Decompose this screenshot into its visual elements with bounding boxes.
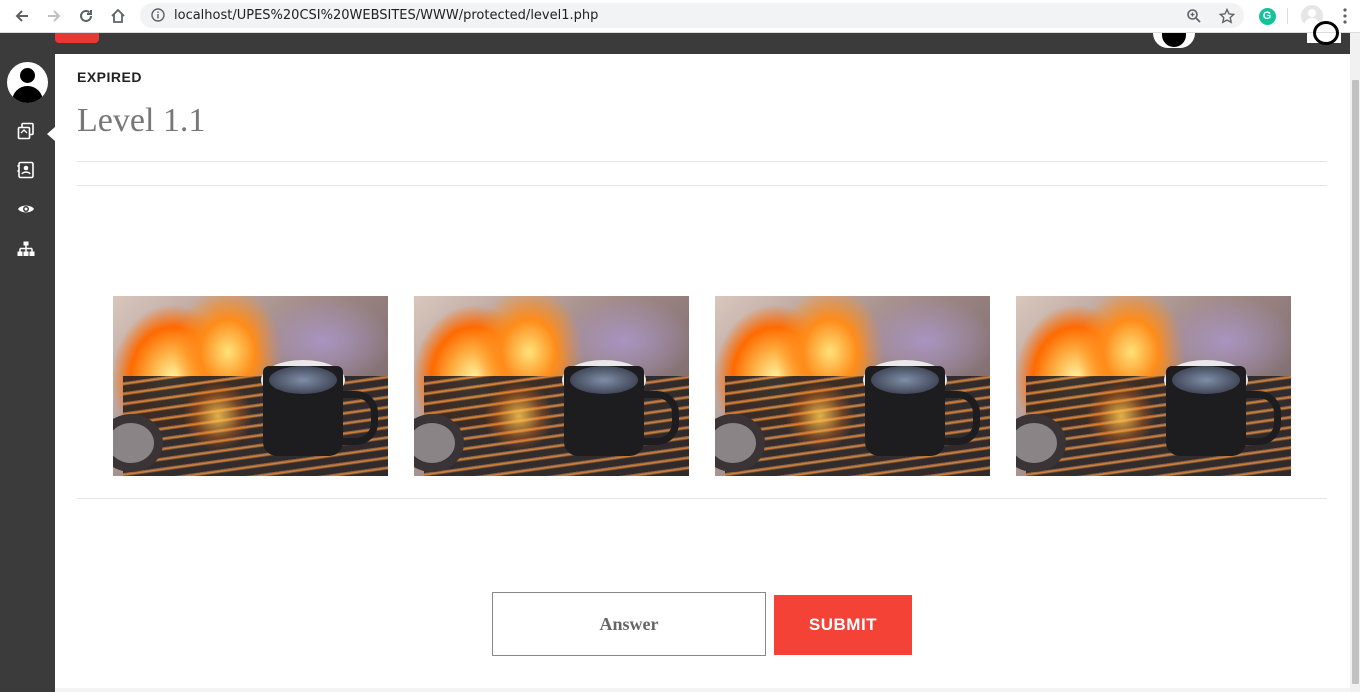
divider	[77, 498, 1327, 499]
coffee-fire-image	[414, 296, 689, 476]
active-indicator	[47, 127, 55, 141]
forward-arrow-icon[interactable]	[42, 5, 66, 27]
grammarly-icon[interactable]: G	[1256, 5, 1278, 27]
sitemap-icon[interactable]	[14, 237, 38, 261]
logo[interactable]	[55, 33, 99, 43]
page-scrollbar[interactable]	[1350, 33, 1360, 692]
home-icon[interactable]	[106, 5, 130, 27]
contact-card-icon[interactable]	[14, 158, 38, 182]
menu-dots-icon[interactable]	[1334, 5, 1356, 27]
image-gallery	[113, 296, 1291, 476]
main-content: EXPIRED Level 1.1 SUBMIT	[55, 54, 1350, 692]
coffee-fire-image	[715, 296, 990, 476]
toolbar-divider	[1287, 8, 1288, 24]
url-text: localhost/UPES%20CSI%20WEBSITES/WWW/prot…	[174, 8, 599, 23]
header-badge-icon[interactable]	[1307, 21, 1341, 45]
page-title: Level 1.1	[77, 102, 206, 139]
divider	[77, 161, 1327, 162]
star-icon[interactable]	[1216, 5, 1238, 27]
user-avatar-top[interactable]	[1153, 33, 1195, 48]
browser-toolbar: localhost/UPES%20CSI%20WEBSITES/WWW/prot…	[0, 0, 1360, 33]
zoom-icon[interactable]	[1183, 5, 1205, 27]
divider	[77, 185, 1327, 186]
app-header	[0, 21, 1350, 54]
coffee-fire-image	[1016, 296, 1291, 476]
scrollbar-thumb[interactable]	[1352, 80, 1359, 684]
reload-icon[interactable]	[74, 5, 98, 27]
submit-button[interactable]: SUBMIT	[774, 595, 912, 655]
back-arrow-icon[interactable]	[10, 5, 34, 27]
eye-icon[interactable]	[14, 197, 38, 221]
copy-icon[interactable]	[14, 119, 38, 143]
coffee-fire-image	[113, 296, 388, 476]
info-icon[interactable]	[151, 8, 165, 22]
page-footer-edge	[55, 688, 1350, 692]
answer-input[interactable]	[492, 592, 766, 656]
address-bar[interactable]: localhost/UPES%20CSI%20WEBSITES/WWW/prot…	[140, 3, 1244, 28]
sidebar	[0, 54, 55, 692]
status-badge: EXPIRED	[77, 69, 142, 85]
avatar[interactable]	[7, 62, 48, 103]
